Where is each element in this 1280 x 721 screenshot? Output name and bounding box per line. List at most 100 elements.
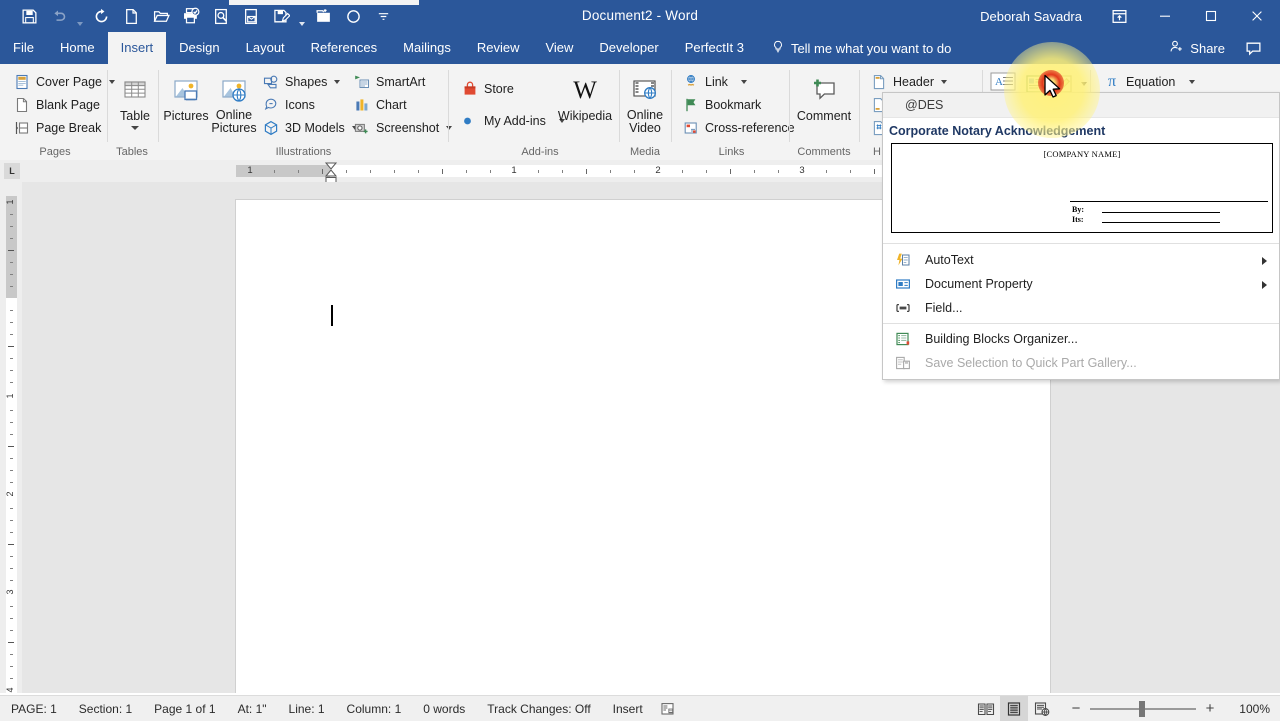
menu-item-autotext[interactable]: AutoText — [883, 248, 1279, 272]
tab-mailings[interactable]: Mailings — [390, 32, 464, 64]
group-separator — [859, 70, 860, 142]
tab-references[interactable]: References — [298, 32, 390, 64]
store-button[interactable]: Store — [458, 77, 518, 100]
header-button[interactable]: Header — [867, 70, 951, 93]
status-page[interactable]: PAGE: 1 — [0, 702, 68, 716]
status-bar-right: − + 100% — [972, 696, 1280, 721]
online-video-button[interactable]: Online Video — [617, 71, 673, 135]
comments-pane-icon[interactable] — [1235, 40, 1272, 57]
zoom-out-button[interactable]: − — [1070, 703, 1082, 715]
zoom-in-button[interactable]: + — [1204, 703, 1216, 715]
page-break-icon — [14, 120, 30, 136]
print-layout-button[interactable] — [1000, 696, 1028, 721]
status-line[interactable]: Line: 1 — [278, 702, 336, 716]
status-bar: PAGE: 1 Section: 1 Page 1 of 1 At: 1" Li… — [0, 695, 1280, 721]
preview-by-line — [1102, 212, 1220, 213]
pictures-button[interactable]: Pictures — [161, 71, 211, 123]
link-button[interactable]: Link — [679, 70, 751, 93]
comment-button[interactable]: Comment — [796, 71, 852, 123]
3d-models-button[interactable]: 3D Models — [259, 116, 362, 139]
status-page-of[interactable]: Page 1 of 1 — [143, 702, 226, 716]
status-at[interactable]: At: 1" — [227, 702, 278, 716]
online-pictures-icon — [218, 75, 250, 107]
menu-item-field[interactable]: Field... — [883, 296, 1279, 320]
equation-button[interactable]: π Equation — [1100, 70, 1199, 93]
wikipedia-button[interactable]: W Wikipedia — [556, 71, 614, 123]
table-button[interactable]: Table — [107, 71, 163, 130]
menu-item-building-blocks-organizer[interactable]: Building Blocks Organizer... — [883, 327, 1279, 351]
table-icon — [119, 75, 151, 107]
tab-file[interactable]: File — [0, 32, 47, 64]
maximize-button[interactable] — [1188, 0, 1234, 32]
status-word-count[interactable]: 0 words — [412, 702, 476, 716]
screenshot-button[interactable]: Screenshot — [350, 116, 456, 139]
zoom-level-label[interactable]: 100% — [1226, 702, 1280, 716]
submenu-arrow-icon — [1262, 257, 1267, 265]
wikipedia-label: Wikipedia — [558, 109, 612, 123]
shapes-button[interactable]: Shapes — [259, 70, 344, 93]
zoom-control[interactable]: − + — [1056, 703, 1226, 715]
tab-view[interactable]: View — [532, 32, 586, 64]
icons-button[interactable]: Icons — [259, 93, 319, 116]
tab-perfectit[interactable]: PerfectIt 3 — [672, 32, 757, 64]
read-mode-button[interactable] — [972, 696, 1000, 721]
zoom-slider-track[interactable] — [1090, 708, 1196, 710]
tab-design[interactable]: Design — [166, 32, 232, 64]
quick-parts-dropdown-menu[interactable]: @DES Corporate Notary Acknowledgement [C… — [882, 92, 1280, 380]
text-box-button[interactable]: A — [988, 70, 1018, 93]
proofing-errors-icon[interactable] — [654, 701, 682, 717]
blank-page-button[interactable]: Blank Page — [10, 93, 104, 116]
minimize-button[interactable] — [1142, 0, 1188, 32]
account-name[interactable]: Deborah Savadra — [980, 9, 1096, 24]
icons-icon — [263, 97, 279, 113]
text-cursor — [331, 305, 333, 326]
cross-reference-icon — [683, 120, 699, 136]
smartart-button[interactable]: SmartArt — [350, 70, 429, 93]
tab-review[interactable]: Review — [464, 32, 533, 64]
text-box-icon: A — [988, 69, 1018, 95]
online-pictures-button[interactable]: Online Pictures — [209, 71, 259, 135]
group-label-tables: Tables — [109, 146, 155, 158]
ribbon-display-options-icon[interactable] — [1096, 0, 1142, 32]
chevron-down-icon — [741, 80, 747, 84]
cover-page-button[interactable]: Cover Page — [10, 70, 119, 93]
menu-item-label: Document Property — [925, 277, 1033, 291]
bookmark-button[interactable]: Bookmark — [679, 93, 765, 116]
header-icon — [871, 74, 887, 90]
menu-item-label: Field... — [925, 301, 963, 315]
save-selection-icon — [895, 355, 911, 371]
tell-me-box[interactable]: Tell me what you want to do — [757, 32, 961, 64]
status-section[interactable]: Section: 1 — [68, 702, 143, 716]
share-button[interactable]: Share — [1161, 39, 1233, 57]
status-column[interactable]: Column: 1 — [336, 702, 413, 716]
comment-icon — [808, 75, 840, 107]
zoom-slider-thumb[interactable] — [1139, 701, 1145, 717]
my-addins-button[interactable]: My Add-ins — [458, 109, 569, 132]
menu-item-document-property[interactable]: Document Property — [883, 272, 1279, 296]
status-insert-mode[interactable]: Insert — [602, 702, 654, 716]
menu-item-label: AutoText — [925, 253, 974, 267]
cross-reference-button[interactable]: Cross-reference — [679, 116, 799, 139]
close-button[interactable] — [1234, 0, 1280, 32]
shapes-icon — [263, 74, 279, 90]
tab-stop-selector[interactable]: L — [4, 163, 20, 179]
lightbulb-icon — [771, 40, 785, 57]
chart-button[interactable]: Chart — [350, 93, 411, 116]
3d-models-icon — [263, 120, 279, 136]
quick-parts-category-header[interactable]: @DES — [883, 93, 1279, 118]
my-addins-label: My Add-ins — [484, 114, 546, 128]
web-layout-button[interactable] — [1028, 696, 1056, 721]
title-bar: Document2 - Word Deborah Savadra — [0, 0, 1280, 32]
3d-models-label: 3D Models — [285, 121, 345, 135]
tab-insert[interactable]: Insert — [108, 32, 167, 64]
header-label: Header — [893, 75, 934, 89]
quick-parts-menu-items: AutoText Document Property Field... — [883, 243, 1279, 379]
status-track-changes[interactable]: Track Changes: Off — [476, 702, 601, 716]
tab-home[interactable]: Home — [47, 32, 108, 64]
page-break-button[interactable]: Page Break — [10, 116, 105, 139]
tab-layout[interactable]: Layout — [233, 32, 298, 64]
gallery-entry-preview[interactable]: [COMPANY NAME] By: Its: — [891, 143, 1273, 233]
pictures-label: Pictures — [163, 109, 208, 123]
my-addins-icon — [462, 113, 478, 129]
tab-developer[interactable]: Developer — [586, 32, 671, 64]
